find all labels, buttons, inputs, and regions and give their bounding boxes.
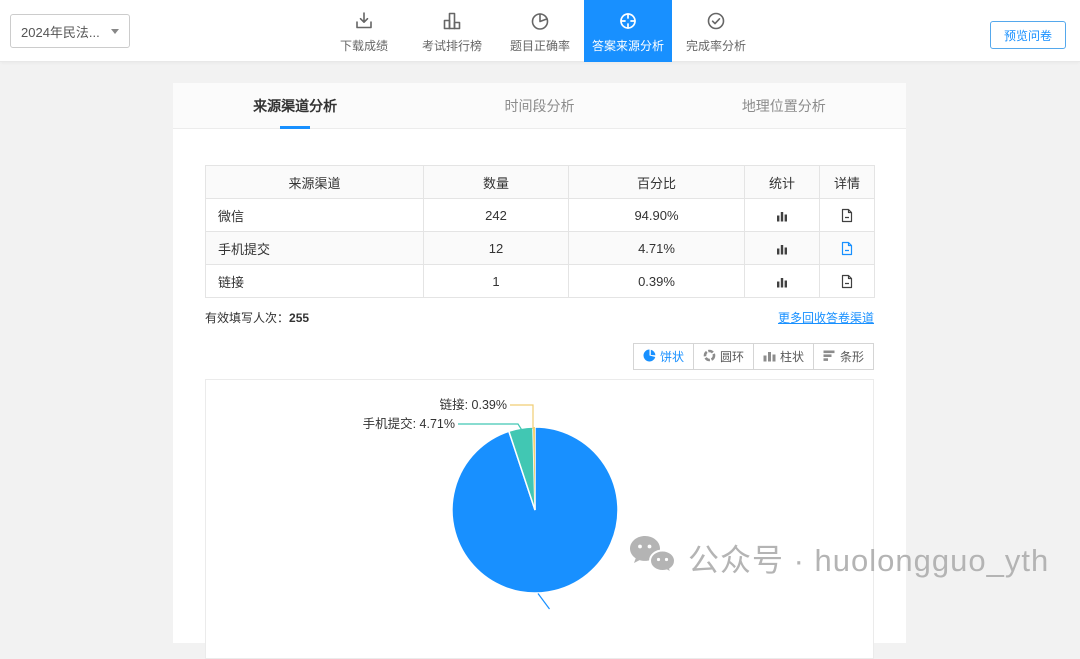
valid-responses-summary: 有效填写人次：255 bbox=[205, 311, 310, 325]
donut-chart-icon bbox=[703, 349, 716, 365]
nav-label: 答案来源分析 bbox=[591, 39, 664, 53]
nav-item-exam-ranking[interactable]: 考试排行榜 bbox=[408, 0, 496, 62]
chart-type-donut-button[interactable]: 圆环 bbox=[692, 343, 754, 370]
table-header-row: 来源渠道 数量 百分比 统计 详情 bbox=[205, 165, 875, 199]
accuracy-pie-icon bbox=[528, 8, 552, 34]
source-target-icon bbox=[616, 8, 640, 34]
download-icon bbox=[352, 8, 376, 34]
nav-label: 下载成绩 bbox=[339, 39, 388, 53]
panel-content: 来源渠道 数量 百分比 统计 详情 微信 242 94.90% 手机提交 12 … bbox=[173, 165, 906, 659]
valid-responses-count: 255 bbox=[289, 311, 310, 325]
column-chart-icon bbox=[763, 349, 776, 365]
pie-label-link: 链接: 0.39% bbox=[440, 397, 507, 412]
count-cell: 1 bbox=[423, 264, 569, 298]
completion-check-icon bbox=[704, 8, 728, 34]
count-cell: 242 bbox=[423, 198, 569, 232]
tab-label: 时间段分析 bbox=[504, 97, 575, 114]
detail-document-icon[interactable] bbox=[840, 241, 854, 256]
top-toolbar: 2024年民法... 下载成绩 考试排行榜 题目正确率 答案来源分析 完成率分析… bbox=[0, 0, 1080, 62]
channel-cell: 手机提交 bbox=[205, 231, 424, 265]
ranking-icon bbox=[440, 8, 464, 34]
col-header-count: 数量 bbox=[423, 165, 569, 199]
tab-geo-location-analysis[interactable]: 地理位置分析 bbox=[662, 83, 906, 128]
table-row: 微信 242 94.90% bbox=[205, 198, 875, 232]
chart-type-toolbar: 饼状 圆环 柱状 条形 bbox=[205, 343, 874, 370]
pie-chart: 链接: 0.39% 手机提交: 4.71% bbox=[363, 397, 619, 610]
nav-label: 完成率分析 bbox=[685, 39, 746, 53]
top-nav: 下载成绩 考试排行榜 题目正确率 答案来源分析 完成率分析 bbox=[320, 0, 760, 62]
percent-cell: 4.71% bbox=[568, 231, 745, 265]
nav-item-download-scores[interactable]: 下载成绩 bbox=[320, 0, 408, 62]
survey-select[interactable]: 2024年民法... bbox=[10, 14, 130, 48]
count-cell: 12 bbox=[423, 231, 569, 265]
chart-type-bar-button[interactable]: 条形 bbox=[812, 343, 874, 370]
bar-chart-icon bbox=[823, 349, 836, 365]
stats-bar-chart-icon[interactable] bbox=[776, 243, 788, 255]
more-channels-link[interactable]: 更多回收答卷渠道 bbox=[778, 309, 874, 326]
tab-time-period-analysis[interactable]: 时间段分析 bbox=[417, 83, 661, 128]
active-tab-underline bbox=[280, 126, 311, 129]
preview-questionnaire-button[interactable]: 预览问卷 bbox=[989, 21, 1066, 49]
pie-label-mobile: 手机提交: 4.71% bbox=[363, 416, 455, 431]
table-row: 手机提交 12 4.71% bbox=[205, 231, 875, 265]
leader-line-link bbox=[510, 404, 534, 429]
stats-bar-chart-icon[interactable] bbox=[776, 210, 788, 222]
nav-label: 考试排行榜 bbox=[421, 39, 482, 53]
chevron-down-icon bbox=[111, 28, 119, 34]
analysis-tabbar: 来源渠道分析 时间段分析 地理位置分析 bbox=[173, 83, 906, 129]
nav-item-answer-source-analysis[interactable]: 答案来源分析 bbox=[584, 0, 672, 62]
survey-select-value: 2024年民法... bbox=[21, 24, 100, 40]
tab-label: 来源渠道分析 bbox=[253, 97, 338, 114]
col-header-percent: 百分比 bbox=[568, 165, 745, 199]
detail-document-icon[interactable] bbox=[840, 274, 854, 289]
analysis-panel: 来源渠道分析 时间段分析 地理位置分析 来源渠道 数量 百分比 统计 详情 微信… bbox=[173, 83, 906, 659]
col-header-detail: 详情 bbox=[819, 165, 875, 199]
nav-item-question-accuracy[interactable]: 题目正确率 bbox=[496, 0, 584, 62]
pie-chart-container: 链接: 0.39% 手机提交: 4.71% bbox=[205, 379, 874, 659]
channel-cell: 微信 bbox=[205, 198, 424, 232]
chart-type-pie-button[interactable]: 饼状 bbox=[632, 343, 694, 370]
leader-line-wechat bbox=[537, 593, 550, 610]
col-header-stats: 统计 bbox=[744, 165, 820, 199]
source-channel-table: 来源渠道 数量 百分比 统计 详情 微信 242 94.90% 手机提交 12 … bbox=[205, 165, 875, 298]
nav-item-completion-rate[interactable]: 完成率分析 bbox=[672, 0, 760, 62]
stats-bar-chart-icon[interactable] bbox=[776, 276, 788, 288]
summary-row: 有效填写人次：255 更多回收答卷渠道 bbox=[205, 309, 874, 326]
percent-cell: 0.39% bbox=[568, 264, 745, 298]
tab-label: 地理位置分析 bbox=[741, 97, 826, 114]
leader-line-mobile bbox=[458, 423, 523, 430]
percent-cell: 94.90% bbox=[568, 198, 745, 232]
nav-label: 题目正确率 bbox=[509, 39, 570, 53]
col-header-channel: 来源渠道 bbox=[205, 165, 424, 199]
detail-document-icon[interactable] bbox=[840, 208, 854, 223]
pie-chart-icon bbox=[643, 349, 656, 365]
channel-link-cell[interactable]: 链接 bbox=[205, 264, 424, 298]
table-row: 链接 1 0.39% bbox=[205, 264, 875, 298]
pie-slices[interactable] bbox=[451, 426, 619, 594]
tab-source-channel-analysis[interactable]: 来源渠道分析 bbox=[173, 83, 417, 129]
chart-type-column-button[interactable]: 柱状 bbox=[752, 343, 814, 370]
